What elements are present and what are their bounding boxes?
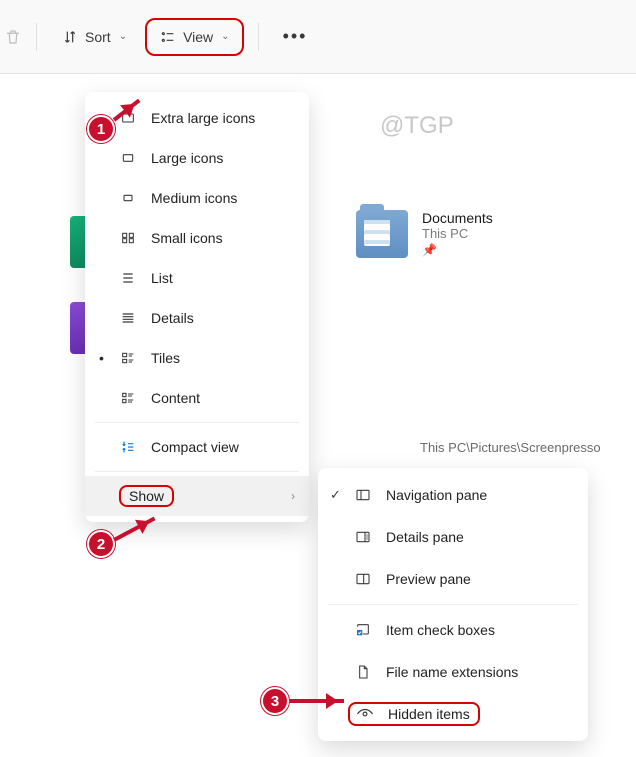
menu-item-show[interactable]: Show › <box>85 476 309 516</box>
documents-subtitle: This PC <box>422 226 493 241</box>
view-icon <box>159 28 177 46</box>
menu-item-label: Show <box>129 488 164 504</box>
toolbar-separator <box>258 23 259 51</box>
large-icons-icon <box>119 149 137 167</box>
submenu-item-label: Preview pane <box>386 571 471 587</box>
small-icons-icon <box>119 229 137 247</box>
annotation-arrow-3 <box>290 699 344 703</box>
menu-item-label: Large icons <box>151 150 223 166</box>
menu-item-label: Details <box>151 310 194 326</box>
item-check-boxes-icon <box>354 621 372 639</box>
chevron-down-icon: ⌄ <box>221 31 229 42</box>
view-button[interactable]: View ⌄ <box>149 22 239 52</box>
watermark: @TGP <box>380 112 454 140</box>
annotation-badge-2: 2 <box>87 530 115 558</box>
hidden-items-icon <box>356 705 374 723</box>
menu-item-compact-view[interactable]: Compact view <box>85 427 309 467</box>
annotation-highlight-show: Show <box>119 485 174 507</box>
sort-label: Sort <box>85 29 111 45</box>
menu-item-large-icons[interactable]: Large icons <box>85 138 309 178</box>
annotation-badge-3: 3 <box>261 687 289 715</box>
submenu-item-details-pane[interactable]: Details pane <box>318 516 588 558</box>
show-submenu: Navigation pane Details pane Preview pan… <box>318 468 588 741</box>
documents-title: Documents <box>422 210 493 226</box>
submenu-item-navigation-pane[interactable]: Navigation pane <box>318 474 588 516</box>
submenu-item-label: Details pane <box>386 529 464 545</box>
list-icon <box>119 269 137 287</box>
chevron-down-icon: ⌄ <box>119 31 127 42</box>
menu-item-label: List <box>151 270 173 286</box>
file-extensions-icon <box>354 663 372 681</box>
pin-icon: 📌 <box>422 243 493 257</box>
submenu-item-label: Hidden items <box>388 706 470 722</box>
menu-item-label: Extra large icons <box>151 110 255 126</box>
sort-icon <box>61 28 79 46</box>
view-label: View <box>183 29 213 45</box>
submenu-item-label: Navigation pane <box>386 487 487 503</box>
submenu-item-file-name-extensions[interactable]: File name extensions <box>318 651 588 693</box>
submenu-item-label: File name extensions <box>386 664 518 680</box>
menu-separator <box>95 422 299 423</box>
menu-item-label: Tiles <box>151 350 180 366</box>
details-pane-icon <box>354 528 372 546</box>
submenu-item-preview-pane[interactable]: Preview pane <box>318 558 588 600</box>
preview-pane-icon <box>354 570 372 588</box>
submenu-item-label: Item check boxes <box>386 622 495 638</box>
menu-item-small-icons[interactable]: Small icons <box>85 218 309 258</box>
documents-meta: Documents This PC 📌 <box>422 210 493 257</box>
submenu-item-check-boxes[interactable]: Item check boxes <box>318 609 588 651</box>
toolbar: Sort ⌄ View ⌄ ••• <box>0 0 636 74</box>
content-icon <box>119 389 137 407</box>
compact-view-icon <box>119 438 137 456</box>
menu-item-label: Medium icons <box>151 190 237 206</box>
delete-icon[interactable] <box>4 28 22 46</box>
navigation-pane-icon <box>354 486 372 504</box>
menu-separator <box>95 471 299 472</box>
tiles-icon <box>119 349 137 367</box>
medium-icons-icon <box>119 189 137 207</box>
menu-item-label: Compact view <box>151 439 239 455</box>
submenu-item-hidden-items[interactable]: Hidden items <box>318 693 588 735</box>
menu-item-details[interactable]: Details <box>85 298 309 338</box>
menu-item-list[interactable]: List <box>85 258 309 298</box>
sort-button[interactable]: Sort ⌄ <box>51 22 137 52</box>
menu-item-medium-icons[interactable]: Medium icons <box>85 178 309 218</box>
annotation-highlight-hidden-items: Hidden items <box>348 702 480 726</box>
details-icon <box>119 309 137 327</box>
annotation-badge-1: 1 <box>87 115 115 143</box>
toolbar-separator <box>36 23 37 51</box>
more-button[interactable]: ••• <box>273 22 318 51</box>
menu-separator <box>328 604 578 605</box>
documents-folder-icon <box>356 210 408 258</box>
annotation-highlight-view: View ⌄ <box>145 18 243 56</box>
view-dropdown-menu: Extra large icons Large icons Medium ico… <box>85 92 309 522</box>
menu-item-label: Small icons <box>151 230 223 246</box>
path-label: This PC\Pictures\Screenpresso <box>420 440 601 455</box>
documents-tile[interactable]: Documents This PC 📌 <box>356 210 493 258</box>
chevron-right-icon: › <box>291 489 295 503</box>
menu-item-label: Content <box>151 390 200 406</box>
menu-item-tiles[interactable]: Tiles <box>85 338 309 378</box>
menu-item-content[interactable]: Content <box>85 378 309 418</box>
